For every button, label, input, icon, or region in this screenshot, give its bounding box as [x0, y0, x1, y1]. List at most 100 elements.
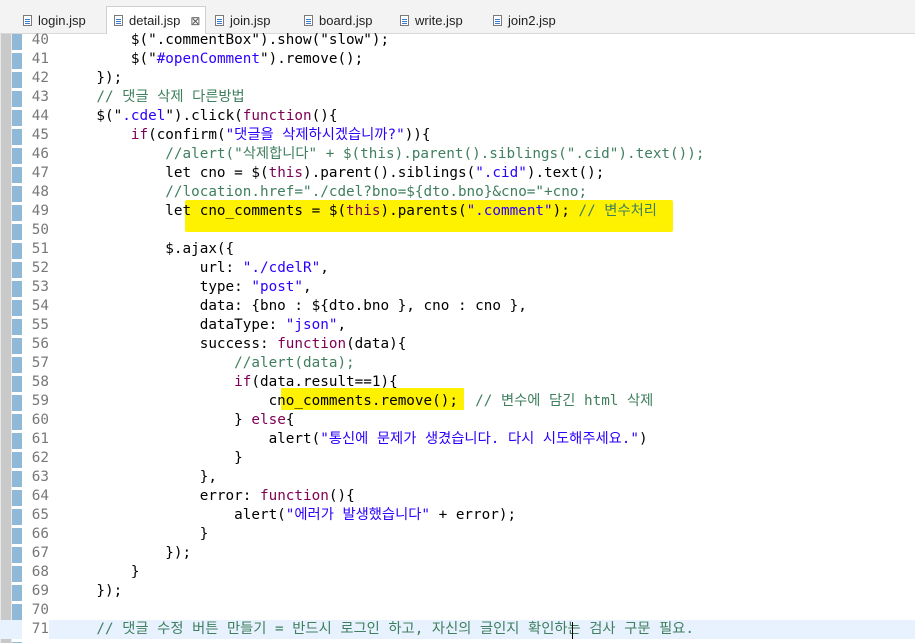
code-line[interactable]: 41 $("#openComment").remove(); — [0, 50, 915, 69]
code-token: //alert("삭제합니다" + $(this).parent().sibli… — [62, 146, 705, 162]
code-token: if — [130, 127, 149, 143]
code-text: type: "post", — [62, 278, 312, 297]
code-token: alert( — [62, 507, 286, 523]
code-token: ).parent().siblings( — [303, 165, 476, 181]
code-text: cno_comments.remove(); // 변수에 담긴 html 삭제 — [62, 392, 654, 411]
jsp-file-icon — [493, 14, 502, 26]
line-number: 70 — [31, 602, 49, 618]
code-text: // 댓글 삭제 다른방법 — [62, 88, 244, 107]
line-number: 56 — [31, 336, 49, 352]
tab-login-jsp[interactable]: login.jsp — [16, 6, 104, 34]
tab-write-jsp[interactable]: write.jsp — [393, 6, 483, 34]
code-line[interactable]: 67 }); — [0, 544, 915, 563]
code-line[interactable]: 66 } — [0, 525, 915, 544]
code-line[interactable]: 55 dataType: "json", — [0, 316, 915, 335]
code-line[interactable]: 63 }, — [0, 468, 915, 487]
code-token: "post" — [251, 279, 304, 295]
code-token: ".comment" — [466, 203, 553, 219]
code-text: }); — [62, 544, 191, 563]
code-token: }); — [62, 583, 123, 599]
code-editor[interactable]: 40 $(".commentBox").show("slow"); 41 $("#… — [0, 31, 915, 643]
code-line[interactable]: 43 // 댓글 삭제 다른방법 — [0, 88, 915, 107]
code-token: "댓글을 삭제하시겠습니까?" — [225, 127, 405, 143]
line-number: 68 — [31, 564, 49, 580]
code-token: ").click( — [165, 108, 243, 124]
close-tab-icon[interactable]: ⊠ — [190, 14, 200, 28]
code-line[interactable]: 42 }); — [0, 69, 915, 88]
code-text: dataType: "json", — [62, 316, 346, 335]
code-token: } — [62, 564, 140, 580]
code-line[interactable]: 71 // 댓글 수정 버튼 만들기 = 반드시 로그인 하고, 자신의 글인지… — [0, 620, 915, 639]
code-line[interactable]: 69 }); — [0, 582, 915, 601]
line-number: 50 — [31, 222, 49, 238]
code-line[interactable]: 40 $(".commentBox").show("slow"); — [0, 31, 915, 50]
code-token: cno_comments.remove(); — [62, 393, 476, 409]
jsp-file-icon — [215, 14, 224, 26]
code-text: }); — [62, 69, 122, 88]
code-line[interactable]: 61 alert("통신에 문제가 생겼습니다. 다시 시도해주세요.") — [0, 430, 915, 449]
code-line[interactable]: 47 let cno = $(this).parent().siblings("… — [0, 164, 915, 183]
line-number: 54 — [31, 298, 49, 314]
tab-label: login.jsp — [38, 12, 86, 28]
code-token: }); — [62, 545, 192, 561]
code-line[interactable]: 65 alert("에러가 발생했습니다" + error); — [0, 506, 915, 525]
code-line[interactable]: 57 //alert(data); — [0, 354, 915, 373]
tab-join2-jsp[interactable]: join2.jsp — [486, 6, 576, 34]
line-number: 71 — [22, 620, 49, 639]
line-number: 44 — [31, 108, 49, 124]
code-token: error: — [62, 488, 260, 504]
tab-label: board.jsp — [319, 12, 373, 28]
code-token: // 댓글 수정 버튼 만들기 = 반드시 로그인 하고, 자신의 글인지 확인… — [62, 621, 695, 637]
code-line[interactable]: 62 } — [0, 449, 915, 468]
code-token: + error); — [430, 507, 517, 523]
code-token: function — [242, 108, 312, 124]
line-number: 66 — [31, 526, 49, 542]
line-number: 45 — [31, 127, 49, 143]
code-token: $(" — [62, 51, 157, 67]
line-number: 64 — [31, 488, 49, 504]
code-text: let cno_comments = $(this).parents(".com… — [62, 202, 657, 221]
code-text: // 댓글 수정 버튼 만들기 = 반드시 로그인 하고, 자신의 글인지 확인… — [62, 620, 694, 639]
code-line[interactable]: 64 error: function(){ — [0, 487, 915, 506]
code-text: //alert(data); — [62, 354, 355, 373]
code-line[interactable]: 46 //alert("삭제합니다" + $(this).parent().si… — [0, 145, 915, 164]
code-token: }); — [62, 70, 123, 86]
code-line[interactable]: 51 $.ajax({ — [0, 240, 915, 259]
code-line[interactable]: 49 let cno_comments = $(this).parents(".… — [0, 202, 915, 221]
tab-detail-jsp[interactable]: detail.jsp ⊠ — [106, 6, 206, 34]
code-line[interactable]: 54 data: {bno : ${dto.bno }, cno : cno }… — [0, 297, 915, 316]
code-line[interactable]: 58 if(data.result==1){ — [0, 373, 915, 392]
code-line[interactable]: 59 cno_comments.remove(); // 변수에 담긴 html… — [0, 392, 915, 411]
code-token: url: — [62, 260, 243, 276]
code-token: .cdel — [122, 108, 166, 124]
tab-join-jsp[interactable]: join.jsp — [208, 6, 288, 34]
code-text: } else{ — [62, 411, 294, 430]
line-number: 47 — [31, 165, 49, 181]
code-line[interactable]: 53 type: "post", — [0, 278, 915, 297]
code-text: if(data.result==1){ — [62, 373, 398, 392]
code-line[interactable]: 50 — [0, 221, 915, 240]
code-line[interactable]: 44 $(".cdel").click(function(){ — [0, 107, 915, 126]
line-number: 65 — [31, 507, 49, 523]
tab-board-jsp[interactable]: board.jsp — [297, 6, 387, 34]
code-token: (confirm( — [148, 127, 226, 143]
code-line[interactable]: 56 success: function(data){ — [0, 335, 915, 354]
code-line[interactable]: 45 if(confirm("댓글을 삭제하시겠습니까?")){ — [0, 126, 915, 145]
code-token: , — [303, 279, 312, 295]
code-line[interactable]: 70 — [0, 601, 915, 620]
code-text: data: {bno : ${dto.bno }, cno : cno }, — [62, 297, 527, 316]
code-text: if(confirm("댓글을 삭제하시겠습니까?")){ — [62, 126, 431, 145]
code-token: ).parents( — [380, 203, 467, 219]
code-token: #openComment — [156, 51, 260, 67]
code-line[interactable]: 52 url: "./cdelR", — [0, 259, 915, 278]
code-line[interactable]: 68 } — [0, 563, 915, 582]
line-number: 40 — [31, 32, 49, 48]
code-token: success: — [62, 336, 278, 352]
code-line[interactable]: 60 } else{ — [0, 411, 915, 430]
code-line[interactable]: 48 //location.href="./cdel?bno=${dto.bno… — [0, 183, 915, 202]
code-token: $(" — [62, 108, 123, 124]
line-number: 49 — [31, 203, 49, 219]
code-token: else — [251, 412, 286, 428]
